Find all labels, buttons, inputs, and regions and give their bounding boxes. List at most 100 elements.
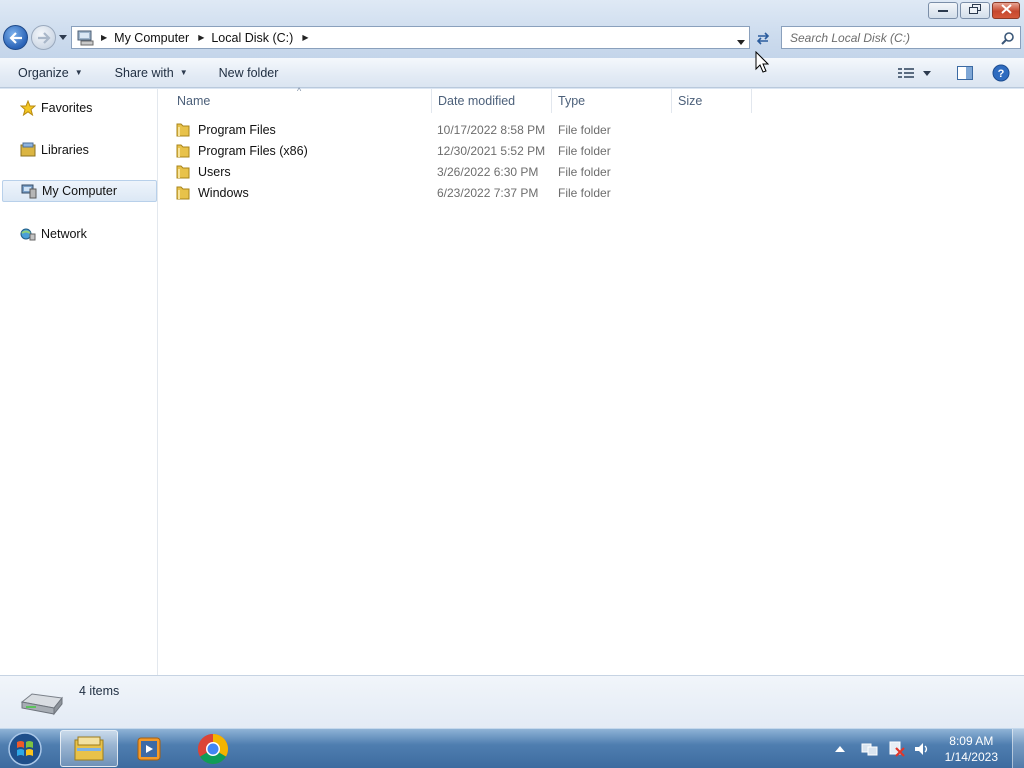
svg-text:?: ? (998, 68, 1005, 80)
file-name-cell: Program Files (x86) (175, 143, 308, 159)
search-icon[interactable] (1001, 31, 1015, 48)
nav-item-network[interactable]: Network (2, 223, 157, 245)
folder-icon (175, 185, 193, 201)
file-name-cell: Users (175, 164, 231, 180)
chevron-down-icon: ▼ (179, 68, 188, 77)
new-folder-button[interactable]: New folder (219, 62, 279, 84)
column-header-type[interactable]: Type (552, 89, 672, 113)
view-controls: ? (894, 58, 1024, 88)
hard-drive-icon (18, 688, 64, 721)
breadcrumb-separator[interactable]: ▶ (302, 33, 308, 42)
taskbar-explorer[interactable] (60, 730, 118, 767)
system-tray: 8:09 AM 1/14/2023 (831, 729, 1024, 768)
forward-button[interactable] (31, 25, 56, 50)
help-icon: ? (992, 64, 1010, 82)
column-header-label: Size (678, 94, 703, 108)
sort-ascending-icon: ^ (297, 86, 302, 96)
file-date: 10/17/2022 8:58 PM (437, 122, 546, 137)
clock-date: 1/14/2023 (944, 750, 998, 764)
restore-icon (969, 4, 981, 17)
file-list-view: Name ^ Date modified Type Size Program F… (159, 86, 1024, 675)
help-button[interactable]: ? (990, 62, 1012, 84)
show-hidden-icons-button[interactable] (834, 745, 845, 753)
file-type: File folder (558, 143, 611, 158)
navigation-pane: Favorites Libraries My Computer Network (0, 89, 158, 675)
restore-button[interactable] (960, 2, 990, 19)
search-box[interactable] (781, 26, 1021, 49)
forward-arrow-icon (37, 31, 51, 44)
recent-pages-dropdown[interactable] (58, 32, 68, 42)
windows-logo-icon (8, 732, 42, 766)
column-header-size[interactable]: Size (672, 89, 752, 113)
breadcrumb-local-disk[interactable]: Local Disk (C:) (211, 31, 293, 45)
preview-pane-button[interactable] (954, 62, 976, 84)
media-player-icon (137, 737, 161, 760)
file-name: Windows (198, 185, 249, 200)
address-bar[interactable]: ▶ My Computer ▶ Local Disk (C:) ▶ (71, 26, 750, 49)
window-frame: ▶ My Computer ▶ Local Disk (C:) ▶ (0, 0, 1024, 58)
view-options-dropdown[interactable] (918, 62, 936, 84)
minimize-button[interactable] (928, 2, 958, 19)
breadcrumb-my-computer[interactable]: My Computer (114, 31, 189, 45)
explorer-icon (74, 736, 104, 760)
new-folder-label: New folder (218, 65, 279, 80)
column-header-name[interactable]: Name ^ (171, 86, 432, 113)
nav-item-label: My Computer (42, 184, 118, 198)
address-dropdown[interactable] (737, 34, 745, 48)
star-icon (19, 99, 37, 117)
window-controls (926, 2, 1020, 19)
share-with-label: Share with (114, 65, 174, 80)
details-view-icon (898, 68, 914, 78)
file-name: Users (198, 164, 231, 179)
chevron-down-icon: ▼ (74, 68, 83, 77)
nav-item-favorites[interactable]: Favorites (2, 97, 157, 119)
breadcrumb-separator[interactable]: ▶ (198, 33, 204, 42)
main-area: Favorites Libraries My Computer Network … (0, 86, 1024, 675)
close-button[interactable] (992, 2, 1020, 19)
nav-item-libraries[interactable]: Libraries (2, 139, 157, 161)
nav-item-my-computer[interactable]: My Computer (2, 180, 157, 202)
file-date: 3/26/2022 6:30 PM (437, 164, 539, 179)
back-button[interactable] (3, 25, 28, 50)
show-desktop-button[interactable] (1012, 729, 1024, 768)
clock[interactable]: 8:09 AM 1/14/2023 (945, 733, 998, 765)
file-row-users[interactable]: Users 3/26/2022 6:30 PM File folder (175, 161, 775, 182)
back-arrow-icon (8, 31, 22, 44)
file-row-windows[interactable]: Windows 6/23/2022 7:37 PM File folder (175, 182, 775, 203)
mouse-cursor-icon (755, 50, 770, 76)
minimize-icon (937, 5, 949, 16)
file-type: File folder (558, 122, 611, 137)
column-header-date-modified[interactable]: Date modified (432, 89, 552, 113)
taskbar-chrome[interactable] (184, 730, 242, 767)
network-icon (19, 225, 37, 243)
share-with-button[interactable]: Share with ▼ (115, 62, 188, 84)
preview-pane-icon (957, 66, 973, 80)
column-header-label: Name (177, 94, 211, 108)
folder-icon (175, 164, 193, 180)
details-pane: 4 items (0, 675, 1024, 728)
clock-time: 8:09 AM (949, 734, 994, 748)
file-name-cell: Windows (175, 185, 249, 201)
refresh-button[interactable] (751, 26, 774, 49)
folder-icon (175, 122, 193, 138)
search-input[interactable] (790, 30, 1000, 45)
start-button[interactable] (5, 730, 45, 768)
file-row-program-files[interactable]: Program Files 10/17/2022 8:58 PM File fo… (175, 119, 775, 140)
nav-item-label: Libraries (41, 143, 89, 157)
change-view-button[interactable] (894, 62, 918, 84)
taskbar-media-player[interactable] (120, 730, 178, 767)
network-status-icon[interactable] (887, 740, 905, 758)
nav-item-label: Network (41, 227, 87, 241)
volume-icon[interactable] (913, 740, 931, 758)
organize-button[interactable]: Organize ▼ (18, 62, 83, 84)
folder-icon (175, 143, 193, 159)
action-center-icon[interactable] (861, 740, 879, 758)
chevron-down-icon (923, 70, 931, 76)
taskbar: 8:09 AM 1/14/2023 (0, 728, 1024, 768)
column-header-label: Type (558, 94, 586, 108)
column-headers: Name ^ Date modified Type Size (159, 86, 1024, 113)
command-bar: Organize ▼ Share with ▼ New folder ? (0, 58, 1024, 88)
computer-icon (20, 182, 38, 200)
breadcrumb-separator[interactable]: ▶ (101, 33, 107, 42)
file-row-program-files-x86[interactable]: Program Files (x86) 12/30/2021 5:52 PM F… (175, 140, 775, 161)
